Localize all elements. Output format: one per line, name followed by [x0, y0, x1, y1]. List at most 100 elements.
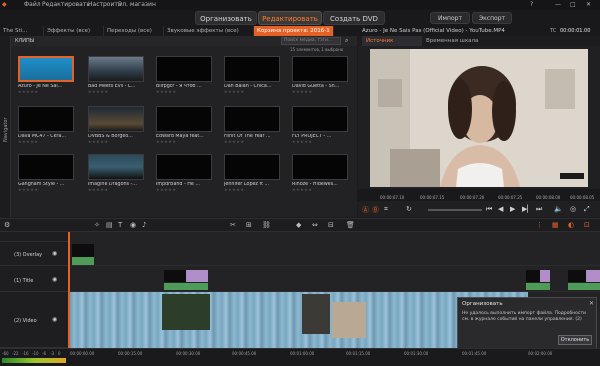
- crop-icon[interactable]: ⌗: [384, 205, 388, 214]
- clip-thumbnail[interactable]: Imagine Dragons -... ★★★★★: [84, 154, 146, 192]
- create-dvd-button[interactable]: Создать DVD: [323, 11, 385, 25]
- rating-stars-icon[interactable]: ★★★★★: [88, 187, 146, 192]
- clip-thumbnail[interactable]: Bilfpgcr - Я чтоб ... ★★★★★: [152, 56, 214, 94]
- search-icon[interactable]: ⌕: [345, 37, 348, 45]
- title-icon[interactable]: T: [118, 221, 122, 229]
- title-clip[interactable]: [540, 270, 550, 282]
- tab-library-1[interactable]: Эффекты (все): [44, 26, 104, 36]
- eye-icon[interactable]: ◉: [52, 316, 57, 323]
- tab-source[interactable]: Источник: [362, 36, 422, 46]
- rating-stars-icon[interactable]: ★★★★★: [292, 187, 350, 192]
- snap-icon[interactable]: ⇔: [312, 221, 318, 229]
- title-audio[interactable]: [568, 283, 600, 290]
- jog-slider[interactable]: [428, 209, 482, 211]
- clip-thumbnail[interactable]: David Guetta - Sh... ★★★★★: [288, 56, 350, 94]
- step-back-icon[interactable]: ◀: [498, 205, 503, 213]
- clip-thumbnail[interactable]: Edward Maya feat... ★★★★★: [152, 106, 214, 144]
- lane-overlay[interactable]: [68, 242, 600, 266]
- rating-stars-icon[interactable]: ★★★★★: [18, 139, 76, 144]
- rating-stars-icon[interactable]: ★★★★★: [18, 187, 76, 192]
- video-clip-scene[interactable]: [332, 302, 366, 338]
- fullscreen-icon[interactable]: ⤢: [584, 205, 590, 214]
- tab-library-0[interactable]: The Sti...: [0, 26, 44, 36]
- import-button[interactable]: Импорт: [430, 12, 470, 24]
- volume-icon[interactable]: 🔈: [554, 205, 563, 213]
- audio-mixer-icon[interactable]: ◐: [568, 221, 574, 229]
- marker-icon[interactable]: ◆: [296, 221, 301, 229]
- clip-thumbnail[interactable]: Azuro - Je Ne Sai... ★★★★★: [14, 56, 76, 94]
- title-clip[interactable]: [568, 270, 586, 282]
- trim-icon[interactable]: ⊞: [246, 221, 252, 229]
- rating-stars-icon[interactable]: ★★★★★: [292, 89, 350, 94]
- skip-end-icon[interactable]: ⏭: [536, 205, 542, 214]
- step-forward-icon[interactable]: ▶▏: [522, 205, 533, 213]
- fit-icon[interactable]: ⊡: [584, 221, 590, 229]
- clip-thumbnail[interactable]: DVBBS & Borgeo... ★★★★★: [84, 106, 146, 144]
- tab-library-2[interactable]: Переходы (все): [104, 26, 164, 36]
- close-icon[interactable]: ✕: [589, 300, 594, 307]
- eye-icon[interactable]: ◉: [52, 250, 57, 257]
- overlay-audio[interactable]: [72, 257, 94, 265]
- menu-settings[interactable]: Настроить: [88, 1, 121, 8]
- rating-stars-icon[interactable]: ★★★★★: [18, 89, 76, 94]
- rating-stars-icon[interactable]: ★★★★★: [292, 139, 350, 144]
- rating-stars-icon[interactable]: ★★★★★: [156, 187, 214, 192]
- 3d-icon[interactable]: ◎: [570, 205, 576, 213]
- title-clip[interactable]: [164, 270, 186, 282]
- minimize-icon[interactable]: —: [555, 1, 561, 8]
- video-clip-scene[interactable]: [302, 294, 330, 334]
- help-icon[interactable]: ?: [530, 1, 533, 8]
- loop-icon[interactable]: ↻: [406, 205, 412, 213]
- track-header-title[interactable]: (1) Title ◉: [0, 266, 68, 292]
- navigator-sidebar[interactable]: Navigator: [0, 36, 11, 217]
- razor-icon[interactable]: ✂: [230, 221, 236, 229]
- preview-video-frame[interactable]: [370, 49, 588, 187]
- tab-library-4[interactable]: Корзина проекта: 2016-1: [254, 26, 334, 36]
- clip-thumbnail[interactable]: Gangnam Style - ... ★★★★★: [14, 154, 76, 192]
- clip-thumbnail[interactable]: Bad Meets Evil - L... ★★★★★: [84, 56, 146, 94]
- title-clip[interactable]: [526, 270, 540, 282]
- preview-ruler[interactable]: 00:00:07.10 00:00:07.15 00:00:07.20 00:0…: [358, 189, 600, 201]
- rating-stars-icon[interactable]: ★★★★★: [156, 139, 214, 144]
- menu-store[interactable]: Эл. магазин: [118, 1, 156, 8]
- clip-thumbnail[interactable]: Dan Balan - Chica... ★★★★★: [220, 56, 282, 94]
- rating-stars-icon[interactable]: ★★★★★: [224, 187, 282, 192]
- eye-icon[interactable]: ◉: [52, 276, 57, 283]
- playhead[interactable]: [68, 232, 70, 348]
- library-search-input[interactable]: Поиск медиа, тэги...: [281, 37, 341, 45]
- clip-thumbnail[interactable]: Jennifer Lopez ft ... ★★★★★: [220, 154, 282, 192]
- timeline-ruler[interactable]: -60 -22 -16 -10 -6 -3 0 00:00:00.00 00:0…: [0, 348, 600, 366]
- track-header-video[interactable]: (2) Video ◉: [0, 292, 68, 348]
- clip-thumbnail[interactable]: Rinoze - Hidewes... ★★★★★: [288, 154, 350, 192]
- timeline-settings-icon[interactable]: ⚙: [4, 221, 10, 229]
- menu-edit[interactable]: Редактировать: [42, 1, 90, 8]
- lane-title[interactable]: [68, 266, 600, 292]
- organize-button[interactable]: Организовать: [195, 11, 257, 25]
- delete-icon[interactable]: 🗑: [346, 221, 355, 229]
- title-clip[interactable]: [586, 270, 600, 282]
- tab-library-3[interactable]: Звуковые эффекты (все): [164, 26, 254, 36]
- export-button[interactable]: Экспорт: [472, 12, 512, 24]
- rating-stars-icon[interactable]: ★★★★★: [88, 89, 146, 94]
- menu-file[interactable]: Файл: [24, 1, 41, 8]
- play-icon[interactable]: ▶: [510, 205, 515, 213]
- mark-out-icon[interactable]: Ⓑ: [372, 205, 379, 215]
- skip-start-icon[interactable]: ⏮: [486, 205, 492, 214]
- link-icon[interactable]: ⛓: [262, 221, 271, 229]
- mark-in-icon[interactable]: Ⓐ: [362, 205, 369, 215]
- maximize-icon[interactable]: □: [570, 1, 576, 8]
- ripple-icon[interactable]: ⊟: [328, 221, 334, 229]
- track-header-overlay[interactable]: (3) Overlay ◉: [0, 242, 68, 266]
- video-clip-scene[interactable]: [162, 294, 210, 330]
- clip-thumbnail[interactable]: FLY PROJECT - ... ★★★★★: [288, 106, 350, 144]
- close-icon[interactable]: ✕: [586, 1, 591, 8]
- zoom-icon[interactable]: ▦: [552, 221, 559, 229]
- overlay-clip[interactable]: [72, 244, 94, 257]
- smart-icon[interactable]: ✧: [94, 221, 100, 229]
- rating-stars-icon[interactable]: ★★★★★: [88, 139, 146, 144]
- tab-timeline[interactable]: Временная шкала: [422, 36, 482, 46]
- audio-icon[interactable]: ♪: [142, 221, 146, 229]
- title-clip[interactable]: [186, 270, 208, 282]
- movie-icon[interactable]: ▤: [106, 221, 113, 229]
- clip-thumbnail[interactable]: Filnit Of The Year ... ★★★★★: [220, 106, 282, 144]
